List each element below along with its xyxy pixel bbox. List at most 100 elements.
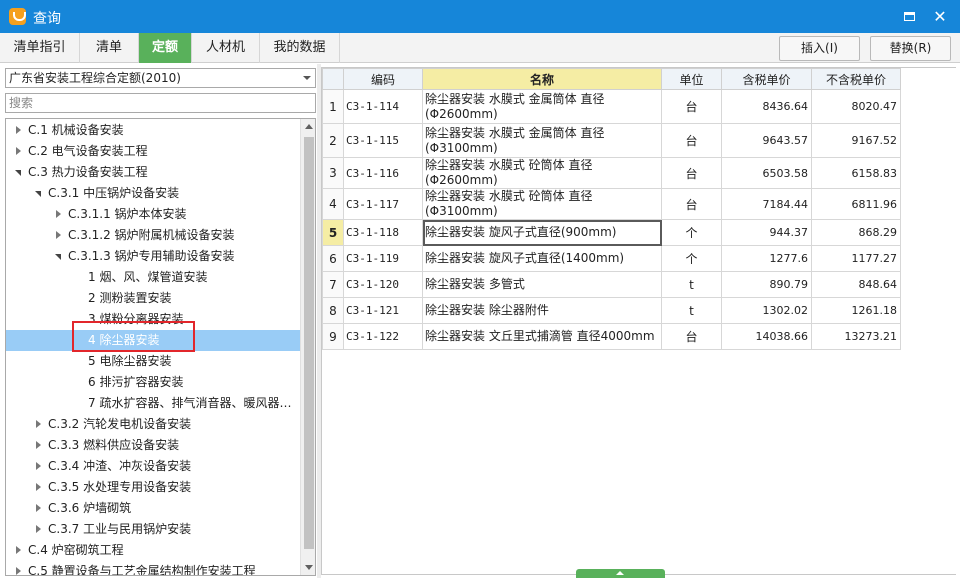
row-price-tax[interactable]: 1302.02 — [721, 297, 812, 324]
tree-node-c5[interactable]: C.5 静置设备与工艺金属结构制作安装工程 — [6, 561, 300, 575]
row-name[interactable]: 除尘器安装 水膜式 砼筒体 直径(Φ2600mm) — [422, 157, 662, 189]
col-header-price-notax[interactable]: 不含税单价 — [811, 68, 901, 90]
tree-leaf-1[interactable]: 1 烟、风、煤管道安装 — [6, 267, 300, 288]
scroll-up-icon[interactable] — [305, 124, 313, 129]
tree-scrollbar[interactable] — [300, 119, 315, 575]
close-icon[interactable]: ✕ — [930, 7, 950, 27]
tree-leaf-5[interactable]: 5 电除尘器安装 — [6, 351, 300, 372]
expand-arrow-icon[interactable] — [14, 561, 24, 575]
row-price-notax[interactable]: 9167.52 — [811, 123, 901, 158]
row-name[interactable]: 除尘器安装 水膜式 砼筒体 直径(Φ3100mm) — [422, 188, 662, 220]
row-price-tax[interactable]: 7184.44 — [721, 188, 812, 220]
row-price-notax[interactable]: 1261.18 — [811, 297, 901, 324]
tree-node-c3-1[interactable]: C.3.1 中压锅炉设备安装 — [6, 183, 300, 204]
row-price-notax[interactable]: 6158.83 — [811, 157, 901, 189]
tree-node-c3-1-1[interactable]: C.3.1.1 锅炉本体安装 — [6, 204, 300, 225]
row-name[interactable]: 除尘器安装 文丘里式捕滴管 直径4000mm — [422, 323, 662, 350]
tab-bill[interactable]: 清单 — [80, 33, 139, 63]
expand-bottom-panel-button[interactable] — [576, 569, 665, 578]
row-price-tax[interactable]: 8436.64 — [721, 89, 812, 124]
tab-my-data[interactable]: 我的数据 — [260, 33, 340, 63]
tree-node-c3-1-2[interactable]: C.3.1.2 锅炉附属机械设备安装 — [6, 225, 300, 246]
tree-node-c3-6[interactable]: C.3.6 炉墙砌筑 — [6, 498, 300, 519]
tree-node-c3-4[interactable]: C.3.4 冲渣、冲灰设备安装 — [6, 456, 300, 477]
scroll-down-icon[interactable] — [305, 565, 313, 570]
row-code[interactable]: C3-1-122 — [343, 323, 423, 350]
row-code[interactable]: C3-1-116 — [343, 157, 423, 189]
tree-node-c3-2[interactable]: C.3.2 汽轮发电机设备安装 — [6, 414, 300, 435]
tree-node-c3-7[interactable]: C.3.7 工业与民用锅炉安装 — [6, 519, 300, 540]
row-unit[interactable]: 台 — [661, 157, 722, 189]
row-name[interactable]: 除尘器安装 水膜式 金属筒体 直径 (Φ3100mm) — [422, 123, 662, 158]
row-price-notax[interactable]: 848.64 — [811, 271, 901, 298]
search-input[interactable] — [5, 93, 316, 113]
table-row[interactable]: 1 C3-1-114 除尘器安装 水膜式 金属筒体 直径 (Φ2600mm) 台 … — [322, 89, 901, 124]
row-price-tax[interactable]: 14038.66 — [721, 323, 812, 350]
table-row[interactable]: 6 C3-1-119 除尘器安装 旋风子式直径(1400mm) 个 1277.6… — [322, 245, 901, 272]
row-name[interactable]: 除尘器安装 多管式 — [422, 271, 662, 298]
row-price-notax[interactable]: 6811.96 — [811, 188, 901, 220]
row-unit[interactable]: t — [661, 271, 722, 298]
table-row[interactable]: 4 C3-1-117 除尘器安装 水膜式 砼筒体 直径(Φ3100mm) 台 7… — [322, 188, 901, 220]
tab-labor-material-machine[interactable]: 人材机 — [192, 33, 260, 63]
expand-arrow-icon[interactable] — [54, 204, 64, 225]
maximize-icon[interactable] — [899, 7, 919, 27]
row-price-notax[interactable]: 13273.21 — [811, 323, 901, 350]
row-unit[interactable]: 台 — [661, 123, 722, 158]
insert-button[interactable]: 插入(I) — [779, 36, 860, 61]
row-name-focused-cell[interactable]: 除尘器安装 旋风子式直径(900mm) — [422, 219, 662, 246]
expand-arrow-icon[interactable] — [34, 519, 44, 540]
tree-node-c2[interactable]: C.2 电气设备安装工程 — [6, 141, 300, 162]
table-row[interactable]: 2 C3-1-115 除尘器安装 水膜式 金属筒体 直径 (Φ3100mm) 台 … — [322, 123, 901, 158]
col-header-code[interactable]: 编码 — [343, 68, 423, 90]
tree-node-c1[interactable]: C.1 机械设备安装 — [6, 120, 300, 141]
row-unit[interactable]: 台 — [661, 188, 722, 220]
row-code[interactable]: C3-1-114 — [343, 89, 423, 124]
tab-quota[interactable]: 定额 — [139, 33, 192, 63]
expand-arrow-icon[interactable] — [34, 456, 44, 477]
row-name[interactable]: 除尘器安装 除尘器附件 — [422, 297, 662, 324]
row-unit[interactable]: 台 — [661, 323, 722, 350]
expand-arrow-icon[interactable] — [34, 477, 44, 498]
row-unit[interactable]: 个 — [661, 219, 722, 246]
row-price-tax[interactable]: 944.37 — [721, 219, 812, 246]
scrollbar-thumb[interactable] — [304, 137, 314, 549]
row-price-notax[interactable]: 1177.27 — [811, 245, 901, 272]
expand-arrow-icon[interactable] — [14, 120, 24, 141]
table-row[interactable]: 9 C3-1-122 除尘器安装 文丘里式捕滴管 直径4000mm 台 1403… — [322, 323, 901, 350]
row-price-tax[interactable]: 1277.6 — [721, 245, 812, 272]
expand-arrow-icon[interactable] — [54, 225, 64, 246]
tree-node-c3-1-3[interactable]: C.3.1.3 锅炉专用辅助设备安装 — [6, 246, 300, 267]
col-header-index[interactable] — [322, 68, 344, 90]
expand-arrow-icon[interactable] — [34, 435, 44, 456]
row-code[interactable]: C3-1-117 — [343, 188, 423, 220]
tab-bill-guide[interactable]: 清单指引 — [0, 33, 80, 63]
row-price-notax[interactable]: 868.29 — [811, 219, 901, 246]
col-header-price-tax[interactable]: 含税单价 — [721, 68, 812, 90]
expand-arrow-icon[interactable] — [14, 540, 24, 561]
tree-node-c3-3[interactable]: C.3.3 燃料供应设备安装 — [6, 435, 300, 456]
row-code[interactable]: C3-1-118 — [343, 219, 423, 246]
row-code[interactable]: C3-1-115 — [343, 123, 423, 158]
row-unit[interactable]: 台 — [661, 89, 722, 124]
row-price-tax[interactable]: 9643.57 — [721, 123, 812, 158]
tree-leaf-7[interactable]: 7 疏水扩容器、排气消音器、暖风器… — [6, 393, 300, 414]
row-price-notax[interactable]: 8020.47 — [811, 89, 901, 124]
collapse-arrow-icon[interactable] — [34, 183, 44, 204]
table-row[interactable]: 7 C3-1-120 除尘器安装 多管式 t 890.79 848.64 — [322, 271, 901, 298]
row-code[interactable]: C3-1-120 — [343, 271, 423, 298]
expand-arrow-icon[interactable] — [14, 141, 24, 162]
expand-arrow-icon[interactable] — [34, 498, 44, 519]
table-row[interactable]: 3 C3-1-116 除尘器安装 水膜式 砼筒体 直径(Φ2600mm) 台 6… — [322, 157, 901, 189]
row-code[interactable]: C3-1-119 — [343, 245, 423, 272]
table-row[interactable]: 8 C3-1-121 除尘器安装 除尘器附件 t 1302.02 1261.18 — [322, 297, 901, 324]
table-row-current[interactable]: 5 C3-1-118 除尘器安装 旋风子式直径(900mm) 个 944.37 … — [322, 219, 901, 246]
quota-library-select[interactable]: 广东省安装工程综合定额(2010) — [5, 68, 316, 88]
tree-leaf-6[interactable]: 6 排污扩容器安装 — [6, 372, 300, 393]
collapse-arrow-icon[interactable] — [54, 246, 64, 267]
collapse-arrow-icon[interactable] — [14, 162, 24, 183]
row-code[interactable]: C3-1-121 — [343, 297, 423, 324]
replace-button[interactable]: 替换(R) — [870, 36, 951, 61]
col-header-name[interactable]: 名称 — [422, 68, 662, 90]
col-header-unit[interactable]: 单位 — [661, 68, 722, 90]
